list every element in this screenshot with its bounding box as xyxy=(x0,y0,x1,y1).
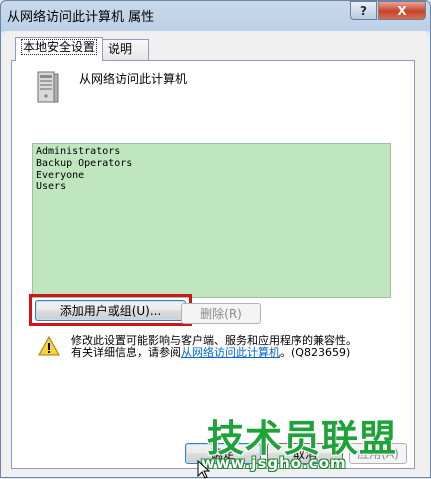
close-button[interactable]: X xyxy=(378,1,426,20)
remove-button[interactable]: 删除(R) xyxy=(181,303,261,324)
tab-local-security-setting[interactable]: 本地安全设置 xyxy=(15,37,104,61)
warning-suffix: 。(Q823659) xyxy=(280,346,351,359)
tab-local-security-setting-label: 本地安全设置 xyxy=(21,39,98,55)
add-user-or-group-button[interactable]: 添加用户或组(U)... xyxy=(35,300,186,321)
members-listbox[interactable]: Administrators Backup Operators Everyone… xyxy=(32,143,391,298)
mouse-cursor-icon xyxy=(197,460,211,479)
apply-button[interactable]: 应用(A) xyxy=(349,443,407,464)
warning-prefix: 有关详细信息，请参阅 xyxy=(71,346,181,359)
policy-help-link[interactable]: 从网络访问此计算机 xyxy=(181,346,280,359)
list-item[interactable]: Backup Operators xyxy=(36,158,387,170)
title-bar[interactable]: 从网络访问此计算机 属性 ? X xyxy=(1,1,430,31)
tab-explain[interactable]: 说明 xyxy=(102,39,149,60)
list-item[interactable]: Administrators xyxy=(36,146,387,158)
list-item[interactable]: Everyone xyxy=(36,170,387,182)
list-item[interactable]: Users xyxy=(36,181,387,193)
cancel-button[interactable]: 取消 xyxy=(267,443,343,464)
dialog-client-area: 本地安全设置 说明 从网络访问此计算机 Administrators Backu… xyxy=(5,31,426,475)
window-title: 从网络访问此计算机 属性 xyxy=(7,10,155,25)
tab-panel: 从网络访问此计算机 Administrators Backup Operator… xyxy=(11,60,415,469)
warning-icon xyxy=(38,336,60,356)
warning-text-line2: 有关详细信息，请参阅从网络访问此计算机。(Q823659) xyxy=(71,344,350,360)
properties-dialog: 从网络访问此计算机 属性 ? X 本地安全设置 说明 从网络访问此计算机 Adm… xyxy=(0,0,431,479)
help-button[interactable]: ? xyxy=(350,1,377,20)
computer-icon xyxy=(37,71,59,103)
policy-title: 从网络访问此计算机 xyxy=(79,72,188,86)
